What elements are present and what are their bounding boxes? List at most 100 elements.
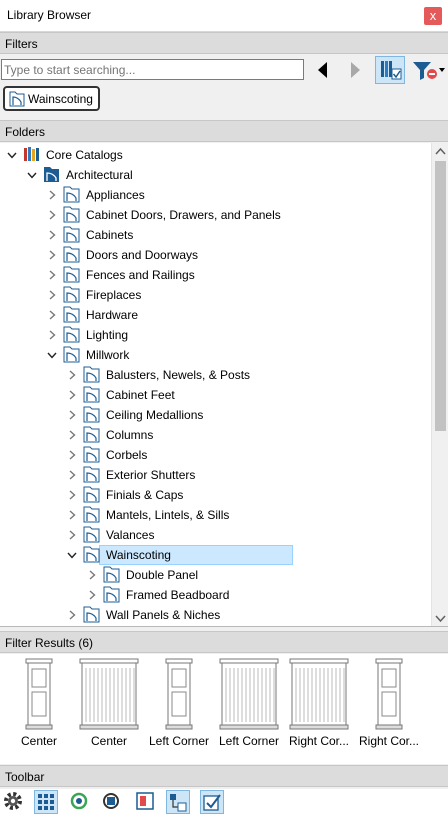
chevron-right-icon[interactable] xyxy=(46,189,58,201)
tree-row[interactable]: Cabinet Doors, Drawers, and Panels xyxy=(0,205,431,225)
books-icon xyxy=(24,147,39,161)
folder-icon xyxy=(63,286,80,303)
chevron-right-icon[interactable] xyxy=(66,489,78,501)
folder-icon xyxy=(83,366,100,383)
sync-library-icon xyxy=(103,793,119,809)
result-item-label: Left Corner xyxy=(148,734,210,748)
close-button[interactable]: x xyxy=(424,7,442,25)
result-item[interactable]: Center xyxy=(74,654,144,759)
result-item[interactable]: Right Cor... xyxy=(354,654,424,759)
chevron-down-icon[interactable] xyxy=(26,169,38,181)
wainscoting-folder-icon xyxy=(9,91,25,107)
tree-row[interactable]: Columns xyxy=(0,425,431,445)
tree-row[interactable]: Fireplaces xyxy=(0,285,431,305)
filter-by-catalog-icon[interactable] xyxy=(375,56,405,84)
active-filter-chip[interactable]: Wainscoting xyxy=(3,86,100,111)
chevron-right-icon[interactable] xyxy=(46,229,58,241)
folders-header[interactable]: Folders xyxy=(0,120,448,142)
folders-header-label: Folders xyxy=(5,125,46,139)
tree-row[interactable]: Architectural xyxy=(0,165,431,185)
settings-gear-icon xyxy=(4,792,22,810)
title-bar: Library Browser x xyxy=(0,0,448,32)
settings-gear-icon[interactable] xyxy=(2,790,26,814)
tree-row[interactable]: Ceiling Medallions xyxy=(0,405,431,425)
tree-row[interactable]: Mantels, Lintels, & Sills xyxy=(0,505,431,525)
result-item[interactable]: Center xyxy=(4,654,74,759)
filter-tree-icon xyxy=(170,794,187,812)
result-item[interactable]: Left Corner xyxy=(214,654,284,759)
chevron-right-icon[interactable] xyxy=(66,609,78,621)
chevron-right-icon[interactable] xyxy=(66,389,78,401)
sync-library-icon[interactable] xyxy=(100,790,124,814)
result-item-label: Center xyxy=(90,734,128,748)
tree-row[interactable]: Corbels xyxy=(0,445,431,465)
tree-row[interactable]: Exterior Shutters xyxy=(0,465,431,485)
tree-item-label: Ceiling Medallions xyxy=(106,408,204,422)
result-item[interactable]: Left Corner xyxy=(144,654,214,759)
chevron-right-icon[interactable] xyxy=(46,249,58,261)
chevron-right-icon[interactable] xyxy=(86,569,98,581)
tree-item-label: Hardware xyxy=(86,308,139,322)
chevron-right-icon[interactable] xyxy=(66,509,78,521)
chevron-down-icon[interactable] xyxy=(6,149,18,161)
property-panel-icon[interactable] xyxy=(134,790,158,814)
chevron-right-icon[interactable] xyxy=(46,209,58,221)
chevron-right-icon[interactable] xyxy=(66,409,78,421)
tree-row[interactable]: Cabinet Feet xyxy=(0,385,431,405)
tree-item-label: Wall Panels & Niches xyxy=(106,608,221,622)
folder-icon xyxy=(103,566,120,583)
filter-funnel-icon[interactable] xyxy=(410,56,446,84)
folder-icon xyxy=(103,586,120,603)
tree-row[interactable]: Doors and Doorways xyxy=(0,245,431,265)
tree-row[interactable]: Hardware xyxy=(0,305,431,325)
tree-row[interactable]: Wainscoting xyxy=(0,545,431,565)
forward-arrow-icon[interactable] xyxy=(343,58,367,82)
chevron-right-icon[interactable] xyxy=(46,309,58,321)
chevron-right-icon[interactable] xyxy=(46,289,58,301)
chevron-down-icon[interactable] xyxy=(66,549,78,561)
filter-tree-icon[interactable] xyxy=(166,790,190,814)
scroll-down-icon[interactable] xyxy=(432,610,448,627)
check-filter-icon[interactable] xyxy=(200,790,224,814)
tree-row[interactable]: Fences and Railings xyxy=(0,265,431,285)
tree-item-label: Corbels xyxy=(106,448,148,462)
tree-row[interactable]: Valances xyxy=(0,525,431,545)
chevron-down-icon[interactable] xyxy=(46,349,58,361)
chevron-right-icon[interactable] xyxy=(46,269,58,281)
tree-row[interactable]: Appliances xyxy=(0,185,431,205)
refresh-library-icon[interactable] xyxy=(68,790,92,814)
toolbar-header[interactable]: Toolbar xyxy=(0,765,448,787)
raised-panel-thumbnail xyxy=(25,658,53,730)
tree-row[interactable]: Cabinets xyxy=(0,225,431,245)
back-arrow-icon[interactable] xyxy=(311,58,335,82)
search-input[interactable] xyxy=(1,59,304,80)
tree-row[interactable]: Double Panel xyxy=(0,565,431,585)
tree-row[interactable]: Lighting xyxy=(0,325,431,345)
tree-item-label: Exterior Shutters xyxy=(106,468,196,482)
chevron-right-icon[interactable] xyxy=(86,589,98,601)
check-filter-icon xyxy=(203,794,221,811)
grid-view-icon[interactable] xyxy=(34,790,58,814)
scroll-up-icon[interactable] xyxy=(432,143,448,160)
tree-row[interactable]: Core Catalogs xyxy=(0,145,431,165)
tree-row[interactable]: Balusters, Newels, & Posts xyxy=(0,365,431,385)
filters-header[interactable]: Filters xyxy=(0,32,448,54)
result-item[interactable]: Right Cor... xyxy=(284,654,354,759)
folder-icon xyxy=(63,346,80,363)
tree-scrollbar[interactable] xyxy=(431,143,448,627)
chevron-right-icon[interactable] xyxy=(46,329,58,341)
chevron-right-icon[interactable] xyxy=(66,369,78,381)
chevron-right-icon[interactable] xyxy=(66,429,78,441)
chevron-right-icon[interactable] xyxy=(66,449,78,461)
scroll-thumb[interactable] xyxy=(435,161,446,431)
tree-row[interactable]: Wall Panels & Niches xyxy=(0,605,431,625)
chevron-right-icon[interactable] xyxy=(66,469,78,481)
folder-tree-panel[interactable]: Core Catalogs Architectural Appliances Cabi… xyxy=(0,143,448,627)
folder-icon xyxy=(83,546,100,563)
tree-row[interactable]: Framed Beadboard xyxy=(0,585,431,605)
chevron-right-icon[interactable] xyxy=(66,529,78,541)
toolbar xyxy=(0,789,448,815)
tree-row[interactable]: Millwork xyxy=(0,345,431,365)
filter-results-header[interactable]: Filter Results (6) xyxy=(0,631,448,653)
tree-row[interactable]: Finials & Caps xyxy=(0,485,431,505)
